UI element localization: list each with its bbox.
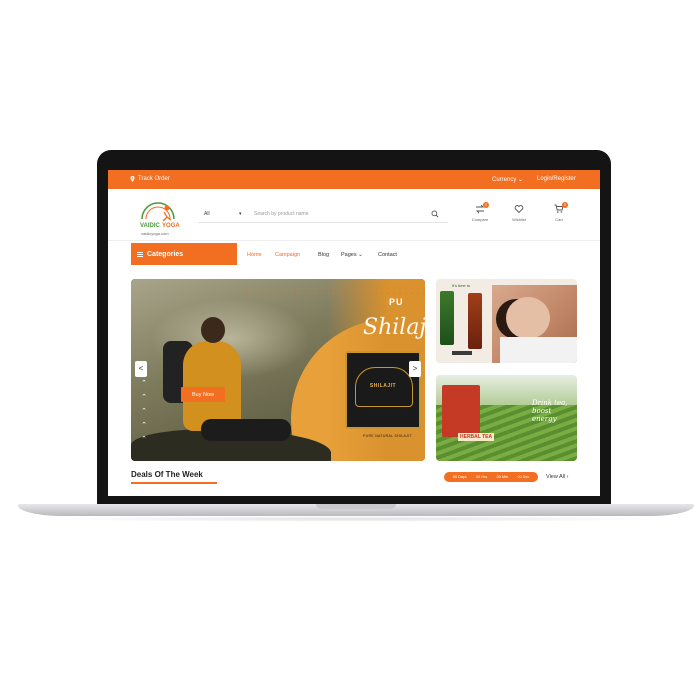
- slider-thumbnail-nav: ⌃ ⌃ ⌃ ⌃ ⌃: [139, 379, 149, 449]
- deals-underline: [131, 482, 217, 484]
- side-banner-spa[interactable]: It's time to: [436, 279, 577, 363]
- hero-slider: PU Shilaj SHILAJIT PURE NATURAL SHILAJIT…: [131, 279, 425, 461]
- currency-dropdown[interactable]: Currency ⌄: [492, 176, 523, 183]
- chevron-up-icon[interactable]: ⌃: [139, 407, 149, 421]
- hero-person: [183, 341, 241, 431]
- hero-title: Shilaj: [363, 315, 425, 340]
- wishlist-button[interactable]: Wishlist: [507, 204, 531, 222]
- spa-face: [506, 297, 550, 339]
- svg-text:YOGA: YOGA: [162, 223, 180, 229]
- herbal-tea-box: [442, 385, 480, 437]
- product-caption: PURE NATURAL SHILAJIT: [363, 434, 412, 438]
- herbal-tea-label: HERBAL TEA: [458, 433, 495, 441]
- countdown-hours: 00 Hrs: [476, 475, 488, 479]
- cart-button[interactable]: 0 Cart: [547, 202, 571, 222]
- countdown-days: 00 Days: [452, 475, 467, 479]
- deals-heading: Deals Of The Week: [131, 470, 203, 479]
- website-screen: Track Order Currency ⌄ Login/Register VA…: [108, 170, 600, 496]
- slider-prev-button[interactable]: <: [135, 361, 147, 377]
- side-banner-tagline: It's time to: [452, 283, 471, 288]
- chevron-down-icon[interactable]: ▾: [239, 211, 242, 217]
- slider-next-button[interactable]: >: [409, 361, 421, 377]
- compare-label: Compare: [471, 217, 489, 222]
- top-bar: Track Order Currency ⌄ Login/Register: [108, 170, 600, 189]
- product-bottle-green: [440, 291, 454, 345]
- track-order-link[interactable]: Track Order: [130, 176, 170, 182]
- countdown-seconds: 00 Sec: [517, 475, 530, 479]
- compare-button[interactable]: 0 Compare: [468, 202, 492, 222]
- hero-title-prefix: PU: [389, 297, 404, 307]
- product-tag: [452, 351, 472, 355]
- nav-blog[interactable]: Blog: [318, 252, 329, 258]
- search-icon[interactable]: [431, 210, 439, 218]
- svg-text:VAIDIC: VAIDIC: [140, 223, 161, 229]
- cart-label: Cart: [555, 217, 563, 222]
- nav-pages[interactable]: Pages ⌄: [341, 252, 363, 258]
- wishlist-label: Wishlist: [512, 217, 526, 222]
- nav-divider: [108, 240, 600, 241]
- product-box-label: SHILAJIT: [369, 383, 397, 389]
- cart-count-badge: 0: [562, 202, 568, 208]
- chevron-up-icon[interactable]: ⌃: [139, 421, 149, 435]
- search-bar: All ▾: [198, 205, 448, 223]
- nav-contact[interactable]: Contact: [378, 252, 397, 258]
- location-pin-icon: [130, 176, 135, 182]
- buy-now-button[interactable]: Buy Now: [181, 387, 225, 402]
- side-banner-herbal-tea[interactable]: HERBAL TEA Drink tea, boost energy: [436, 375, 577, 461]
- categories-button[interactable]: Categories: [131, 243, 237, 265]
- hero-person-legs: [201, 419, 291, 441]
- hero-person-head: [201, 317, 225, 343]
- categories-label: Categories: [147, 250, 184, 258]
- view-all-link[interactable]: View All ›: [546, 474, 569, 480]
- deals-countdown: 00 Days 00 Hrs 00 Min 00 Sec: [444, 472, 538, 482]
- logo-website-text: vaidicyoga.com: [141, 231, 169, 236]
- product-bottle-red: [468, 293, 482, 349]
- laptop-mockup: Track Order Currency ⌄ Login/Register VA…: [0, 0, 700, 700]
- spa-towel: [500, 337, 577, 363]
- laptop-notch: [316, 504, 396, 509]
- hamburger-icon: [137, 251, 143, 257]
- chevron-up-icon[interactable]: ⌃: [139, 393, 149, 407]
- compare-count-badge: 0: [483, 202, 489, 208]
- laptop-shadow: [40, 516, 672, 522]
- herbal-tea-script: Drink tea, boost energy: [532, 399, 568, 423]
- track-order-label: Track Order: [138, 176, 170, 182]
- nav-campaign[interactable]: Campaign: [275, 252, 300, 258]
- countdown-minutes: 00 Min: [496, 475, 509, 479]
- search-input[interactable]: [254, 208, 419, 220]
- login-register-link[interactable]: Login/Register: [537, 176, 576, 182]
- chevron-up-icon[interactable]: ⌃: [139, 435, 149, 449]
- search-category-select[interactable]: All: [204, 211, 210, 217]
- chevron-up-icon[interactable]: ⌃: [139, 379, 149, 393]
- vaidic-yoga-logo[interactable]: VAIDIC YOGA: [136, 197, 180, 235]
- heart-icon: [514, 205, 524, 214]
- nav-home[interactable]: Home: [247, 252, 262, 258]
